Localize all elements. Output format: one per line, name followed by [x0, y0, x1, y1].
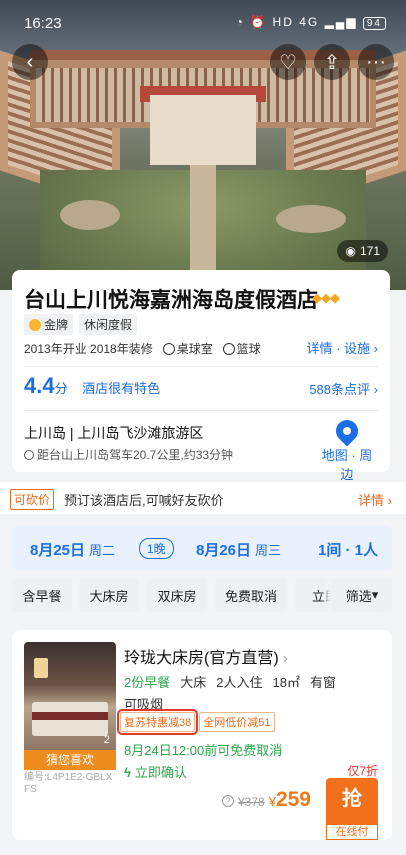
- room-code: 编号:L4P1E2-GBLXFS: [24, 772, 113, 795]
- detail-facilities-link[interactable]: 详情 · 设施 ›: [306, 338, 378, 357]
- room-window: 有窗: [309, 675, 336, 690]
- filter-breakfast[interactable]: 含早餐: [12, 578, 72, 612]
- room-specs: 2份早餐 大床 2人入住 18㎡ 有窗: [124, 672, 346, 691]
- favorite-button[interactable]: ♡: [270, 44, 306, 80]
- promo-recovery-discount: 复苏特惠减38: [116, 709, 199, 735]
- facility-billiards: 桌球室: [162, 340, 213, 357]
- filter-king-bed[interactable]: 大床房: [79, 578, 139, 612]
- map-label: 地图 · 周边: [321, 448, 373, 482]
- share-icon: ⇪: [323, 51, 341, 74]
- original-price: ¥378: [238, 795, 265, 809]
- score-number: 4.4: [24, 373, 55, 398]
- hotel-info-card: 台山上川悦海嘉洲海岛度假酒店 ◆◆◆ 金牌 休闲度假 2013年开业 2018年…: [12, 270, 390, 482]
- share-button[interactable]: ⇪: [314, 44, 350, 80]
- room-card[interactable]: 2 猜您喜欢 编号:L4P1E2-GBLXFS 玲珑大床房(官方直营) › 2份早…: [12, 630, 392, 840]
- divider: [24, 410, 378, 411]
- network-label: HD 4G: [272, 15, 320, 29]
- promo-tags: 复苏特惠减38 全网低价减51: [116, 709, 275, 735]
- pay-online-label: 在线付: [326, 824, 378, 840]
- map-nearby-button[interactable]: 地图 · 周边: [316, 415, 378, 483]
- photo-count-text: 171: [359, 244, 380, 258]
- checkout-date[interactable]: 8月26日 周三: [196, 539, 281, 560]
- alarm-icon: ⏰: [250, 15, 268, 29]
- rating-score[interactable]: 4.4分 酒店很有特色: [24, 373, 160, 399]
- chevron-right-icon: ›: [373, 382, 378, 397]
- back-button[interactable]: ‹: [12, 44, 48, 80]
- free-cancel-note: 8月24日12:00前可免费取消: [124, 743, 283, 758]
- checkin-date[interactable]: 8月25日 周二: [30, 539, 115, 560]
- filter-free-cancel[interactable]: 免费取消: [215, 578, 287, 612]
- gold-medal-label: 金牌: [44, 318, 69, 332]
- more-button[interactable]: ···: [358, 44, 394, 80]
- status-bar: 16:23 ◔ ⏰ HD 4G ▂▄▆ 94: [0, 0, 406, 48]
- nights-badge: 1晚: [139, 538, 174, 559]
- photo-garden-pond: [276, 205, 346, 233]
- photo-garden-pond: [60, 200, 120, 230]
- map-pin-icon: [331, 415, 363, 447]
- battery-icon: 94: [362, 17, 386, 30]
- leisure-tag: 休闲度假: [79, 314, 138, 335]
- date-selector[interactable]: 8月25日 周二 1晚 8月26日 周三 1间 · 1人: [12, 526, 392, 570]
- heart-icon: ♡: [279, 51, 297, 74]
- discount-label: 仅7折: [347, 764, 378, 778]
- room-price: ? ¥378 ¥259: [222, 788, 311, 812]
- basketball-icon: [222, 343, 235, 355]
- photo-lamp: [34, 658, 48, 678]
- diamond-rating-icon: ◆◆◆: [312, 290, 340, 305]
- book-label: 抢: [342, 788, 362, 810]
- room-area: 18㎡: [272, 675, 300, 690]
- divider: [24, 366, 378, 367]
- more-dots-icon: ···: [366, 50, 386, 73]
- room-smoking: 可吸烟: [124, 697, 164, 712]
- bargain-text: 预订该酒店后,可喊好友砍价: [64, 493, 224, 508]
- question-icon[interactable]: ?: [222, 795, 234, 807]
- room-photo[interactable]: 2: [24, 642, 116, 750]
- room-photo-count: 2: [103, 734, 110, 746]
- room-bed: 大床: [180, 675, 207, 690]
- filter-twin-bed[interactable]: 双床房: [147, 578, 207, 612]
- status-icons: ◔ ⏰ HD 4G ▂▄▆ 94: [236, 15, 386, 30]
- bargain-badge: 可砍价: [10, 489, 55, 510]
- signal-icon: ▂▄▆: [324, 15, 358, 29]
- facility-basketball: 篮球: [222, 340, 261, 357]
- location-distance: 距台山上川岛驾车20.7公里,约33分钟: [24, 446, 233, 463]
- current-price: 259: [275, 788, 311, 811]
- book-button[interactable]: 抢 在线付: [326, 778, 378, 840]
- chevron-right-icon: ›: [373, 341, 378, 356]
- back-arrow-icon: ‹: [26, 50, 34, 73]
- photo-bed-runner: [32, 712, 108, 720]
- hotel-tags: 金牌 休闲度假: [24, 314, 138, 335]
- room-name[interactable]: 玲珑大床房(官方直营) ›: [124, 644, 288, 668]
- chevron-right-icon: ›: [282, 650, 288, 667]
- hotel-name: 台山上川悦海嘉洲海岛度假酒店: [24, 289, 318, 312]
- opened-year: 2013年开业 2018年装修: [24, 342, 153, 356]
- instant-confirm: ϟ 立即确认: [124, 765, 187, 780]
- mute-icon: ◔: [235, 15, 245, 29]
- caret-down-icon: ▾: [371, 587, 379, 602]
- gold-medal-tag: 金牌: [24, 314, 74, 335]
- camera-icon: ◉: [345, 244, 356, 258]
- promo-lowest-price: 全网低价减51: [199, 712, 275, 732]
- score-summary: 酒店很有特色: [82, 381, 161, 396]
- photo-count-badge[interactable]: ◉ 171: [337, 240, 388, 262]
- bargain-banner[interactable]: 可砍价 预订该酒店后,可喊好友砍价 详情 ›: [0, 482, 406, 514]
- reviews-link[interactable]: 588条点评 ›: [309, 379, 378, 398]
- score-unit: 分: [54, 381, 68, 396]
- location-pin-icon: [24, 450, 34, 460]
- room-guest-selector[interactable]: 1间 · 1人: [318, 539, 378, 560]
- room-breakfast: 2份早餐: [124, 675, 171, 690]
- location-title[interactable]: 上川岛 | 上川岛飞沙滩旅游区: [24, 423, 203, 443]
- lightning-icon: ϟ: [124, 765, 131, 780]
- filter-button[interactable]: 筛选 ▾: [332, 578, 392, 612]
- status-time: 16:23: [24, 15, 62, 32]
- gold-medal-icon: [29, 318, 41, 331]
- bargain-detail-link[interactable]: 详情 ›: [358, 490, 392, 509]
- photo-entrance: [150, 95, 256, 165]
- billiards-icon: [162, 343, 175, 355]
- guess-you-like-badge: 猜您喜欢: [24, 750, 116, 770]
- chevron-right-icon: ›: [387, 493, 392, 508]
- facilities-row: 2013年开业 2018年装修 桌球室 篮球: [24, 340, 261, 357]
- currency-symbol: ¥: [268, 794, 276, 809]
- room-occupancy: 2人入住: [216, 675, 263, 690]
